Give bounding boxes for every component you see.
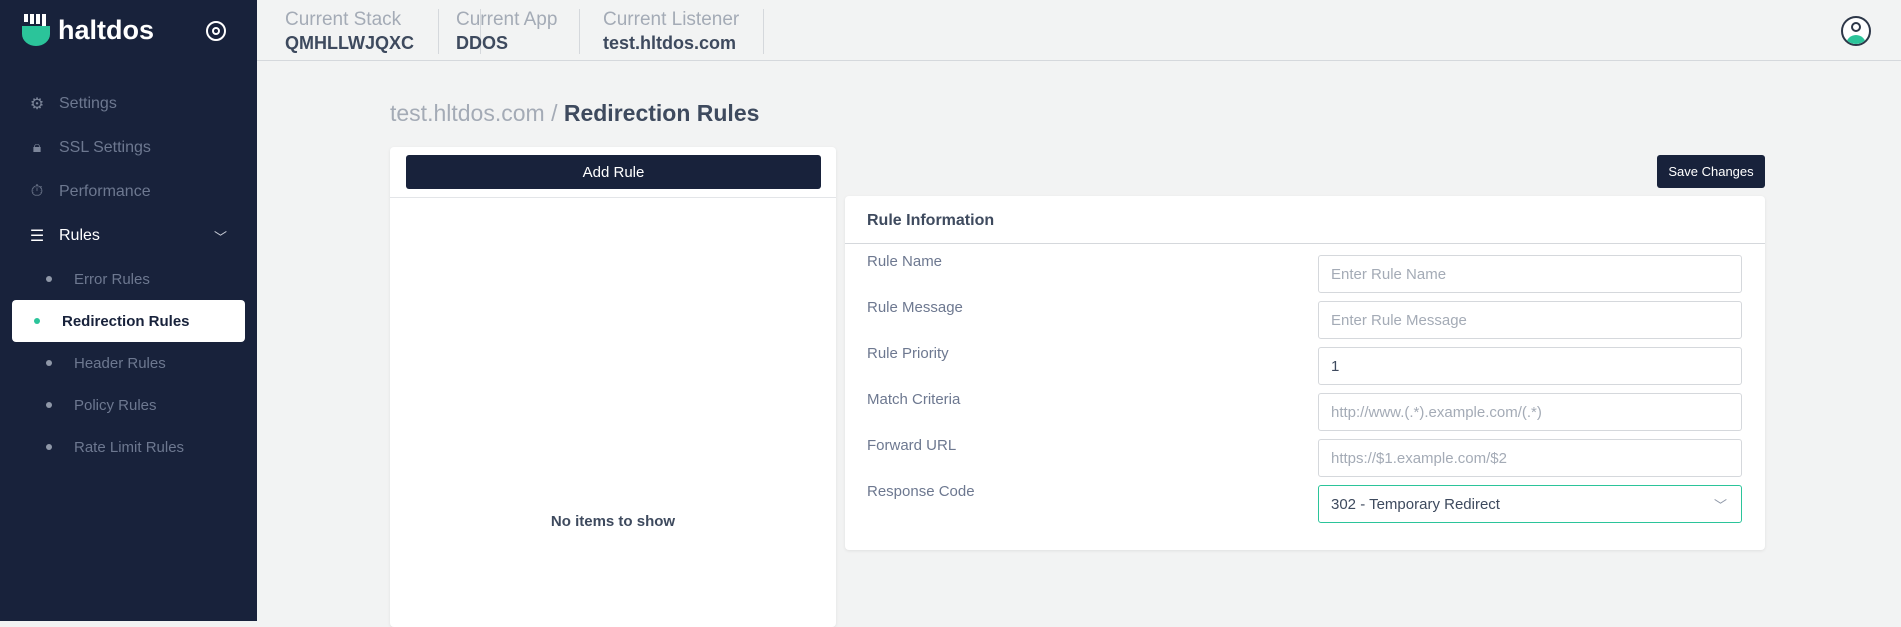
chevron-down-icon: ﹀ xyxy=(1713,497,1727,513)
sidebar-item-label: Settings xyxy=(59,95,117,112)
user-avatar-icon[interactable] xyxy=(1841,16,1871,46)
list-icon: ☰ xyxy=(29,228,45,245)
logo[interactable]: haltdos xyxy=(22,14,154,46)
sidebar-item-label: Performance xyxy=(59,183,151,200)
sidebar-subitem-header-rules[interactable]: Header Rules xyxy=(12,342,245,384)
haltdos-logo-icon xyxy=(22,14,50,46)
sidebar-item-settings[interactable]: ⚙ Settings xyxy=(0,82,257,126)
sidebar-item-ssl-settings[interactable]: 🔒︎ SSL Settings xyxy=(0,126,257,170)
rules-list-panel: Add Rule No items to show xyxy=(390,147,836,627)
response-code-select[interactable]: 302 - Temporary Redirect ﹀ xyxy=(1318,485,1742,523)
sidebar-subitem-rate-limit-rules[interactable]: Rate Limit Rules xyxy=(12,426,245,468)
current-stack-label: Current Stack xyxy=(285,9,402,30)
bullet-icon xyxy=(46,444,52,450)
current-app-value: DDOS xyxy=(456,33,509,53)
rule-name-row: Rule Name xyxy=(867,253,1742,293)
forward-url-row: Forward URL xyxy=(867,437,1742,477)
bullet-icon xyxy=(46,360,52,366)
target-icon[interactable] xyxy=(206,21,226,41)
sidebar-item-rules[interactable]: ☰ Rules ﹀ xyxy=(0,214,257,258)
current-stack[interactable]: Current Stack QMHLLWJQXC xyxy=(285,9,439,54)
forward-url-input[interactable] xyxy=(1318,439,1742,477)
sidebar: haltdos ⚙ Settings 🔒︎ SSL Settings ⏱︎ Perfo… xyxy=(0,0,257,621)
rule-priority-label: Rule Priority xyxy=(867,345,949,362)
bullet-icon xyxy=(34,318,40,324)
empty-state: No items to show xyxy=(550,513,676,530)
current-app-label: Current App xyxy=(456,9,558,30)
bullet-icon xyxy=(46,276,52,282)
sidebar-item-label: Header Rules xyxy=(74,354,166,372)
rule-message-input[interactable] xyxy=(1318,301,1742,339)
divider xyxy=(390,197,836,198)
breadcrumb: test.hltdos.com / Redirection Rules xyxy=(390,100,759,127)
forward-url-label: Forward URL xyxy=(867,437,957,454)
panel-title: Rule Information xyxy=(845,196,1765,244)
stopwatch-icon: ⏱︎ xyxy=(30,183,44,200)
rule-name-label: Rule Name xyxy=(867,253,943,270)
sidebar-subitem-error-rules[interactable]: Error Rules xyxy=(12,258,245,300)
gear-icon: ⚙ xyxy=(29,96,45,113)
breadcrumb-parent[interactable]: test.hltdos.com xyxy=(390,100,545,126)
breadcrumb-separator: / xyxy=(544,100,564,126)
add-rule-button[interactable]: Add Rule xyxy=(406,155,821,189)
sidebar-item-label: Rate Limit Rules xyxy=(74,438,185,456)
rule-message-row: Rule Message xyxy=(867,299,1742,339)
current-listener[interactable]: Current Listener test.hltdos.com xyxy=(603,9,765,54)
top-header: Current Stack QMHLLWJQXC Current App DDOS … xyxy=(257,0,1901,61)
lock-icon: 🔒︎ xyxy=(32,139,42,156)
sidebar-item-label: Rules xyxy=(59,227,100,244)
rule-priority-row: Rule Priority xyxy=(867,345,1742,385)
page-title: Redirection Rules xyxy=(563,100,760,126)
sidebar-item-label: Redirection Rules xyxy=(62,312,190,330)
current-stack-value: QMHLLWJQXC xyxy=(285,33,414,53)
response-code-value: 302 - Temporary Redirect xyxy=(1331,495,1500,513)
sidebar-subitem-redirection-rules[interactable]: Redirection Rules xyxy=(12,300,245,342)
sidebar-item-label: Error Rules xyxy=(74,270,150,288)
sidebar-item-label: Policy Rules xyxy=(74,396,157,414)
current-app-text: Current App DDOS xyxy=(456,9,581,54)
sidebar-subitem-policy-rules[interactable]: Policy Rules xyxy=(12,384,245,426)
current-listener-value: test.hltdos.com xyxy=(603,33,737,53)
sidebar-nav: ⚙ Settings 🔒︎ SSL Settings ⏱︎ Performance ☰… xyxy=(0,82,257,468)
sidebar-item-label: SSL Settings xyxy=(59,139,151,156)
match-criteria-input[interactable] xyxy=(1318,393,1742,431)
save-changes-button[interactable]: Save Changes xyxy=(1657,155,1765,188)
rule-priority-input[interactable] xyxy=(1318,347,1742,385)
rule-name-input[interactable] xyxy=(1318,255,1742,293)
brand-name: haltdos xyxy=(58,14,155,45)
current-listener-label: Current Listener xyxy=(603,9,740,30)
header-divider xyxy=(579,9,580,54)
rule-information-panel: Rule Information Rule Name Rule Message … xyxy=(845,196,1765,550)
chevron-down-icon: ﹀ xyxy=(213,229,227,245)
sidebar-item-performance[interactable]: ⏱︎ Performance xyxy=(0,170,257,214)
match-criteria-row: Match Criteria xyxy=(867,391,1742,431)
bullet-icon xyxy=(46,402,52,408)
rule-message-label: Rule Message xyxy=(867,299,963,316)
response-code-row: Response Code 302 - Temporary Redirect ﹀ xyxy=(867,483,1742,523)
response-code-label: Response Code xyxy=(867,483,975,500)
match-criteria-label: Match Criteria xyxy=(867,391,961,408)
